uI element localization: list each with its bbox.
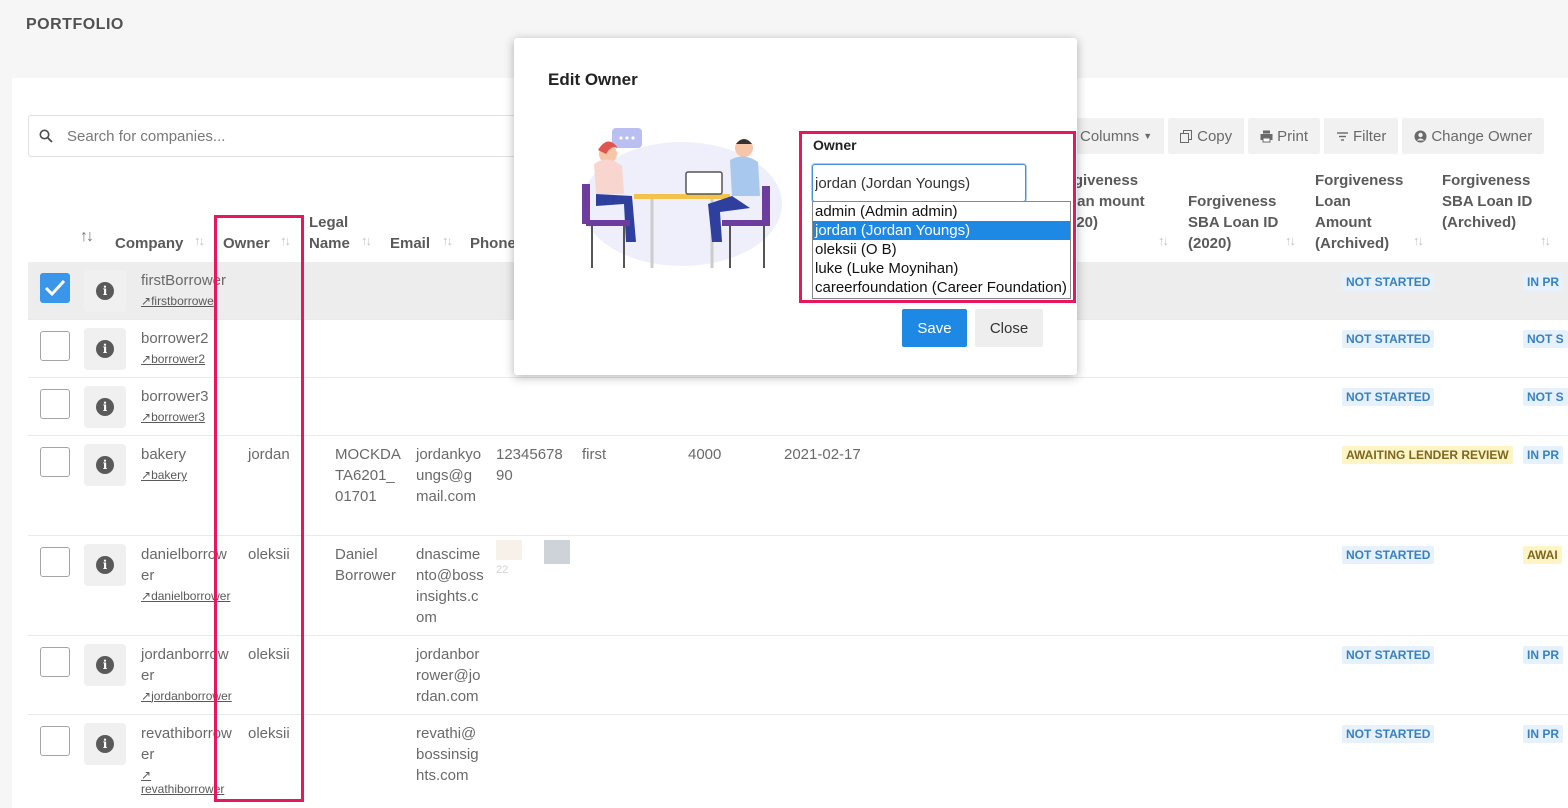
meeting-illustration	[582, 128, 782, 268]
edit-owner-dialog: Edit Owner Owner admin (Admin admin) jor…	[514, 38, 1077, 375]
owner-label: Owner	[813, 137, 857, 153]
dialog-title: Edit Owner	[548, 70, 638, 89]
save-button[interactable]: Save	[902, 309, 967, 347]
close-button[interactable]: Close	[975, 309, 1043, 347]
owner-option[interactable]: oleksii (O B)	[813, 240, 1070, 259]
owner-option[interactable]: luke (Luke Moynihan)	[813, 259, 1070, 278]
owner-select-input[interactable]	[812, 164, 1026, 202]
owner-options-list[interactable]: admin (Admin admin) jordan (Jordan Young…	[812, 201, 1071, 299]
owner-option[interactable]: admin (Admin admin)	[813, 202, 1070, 221]
owner-option[interactable]: careerfoundation (Career Foundation)	[813, 278, 1070, 297]
owner-option[interactable]: jordan (Jordan Youngs)	[813, 221, 1070, 240]
